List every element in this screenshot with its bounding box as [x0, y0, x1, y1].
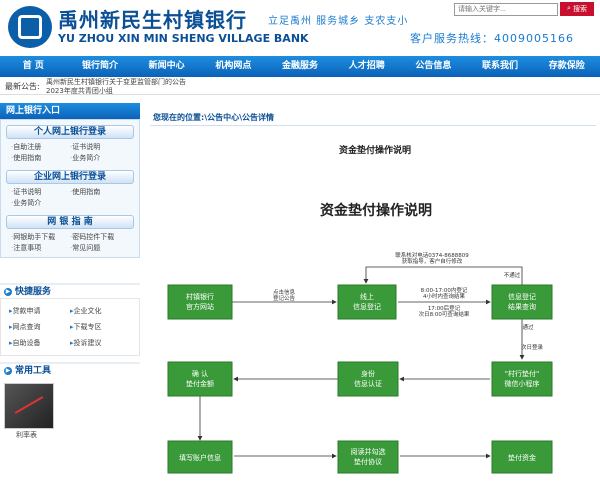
hotline: 客户服务热线：4009005166 — [410, 32, 574, 45]
link-complaint[interactable]: 投诉建议 — [70, 335, 131, 351]
node-label: 垫付协议 — [354, 457, 382, 466]
node-label: 微信小程序 — [505, 379, 540, 388]
node-label: 信息认证 — [354, 379, 382, 388]
edge-label: 不通过 — [504, 271, 521, 279]
node-label: 村镇银行 — [186, 292, 214, 301]
link-notes[interactable]: 注意事项 — [11, 243, 70, 254]
edge-label: 通过 — [522, 323, 534, 331]
edge-label: 次日8:00可查询结果 — [419, 310, 470, 318]
link-branch-query[interactable]: 网点查询 — [9, 319, 70, 335]
link-cert-info[interactable]: 证书说明 — [70, 142, 129, 153]
flow-node — [167, 361, 233, 397]
tools-header: ▶ 常用工具 — [0, 362, 140, 377]
nav-item-home[interactable]: 首 页 — [0, 56, 67, 77]
rate-table-caption[interactable]: 利率表 — [0, 430, 140, 440]
rate-table-thumbnail[interactable] — [4, 383, 54, 429]
node-label: "村行垫付" — [505, 369, 539, 378]
bank-name-cn: 禹州新民生村镇银行 — [58, 8, 247, 32]
node-label: 官方网站 — [186, 302, 214, 311]
slogan: 立足禹州 服务城乡 支农支小 — [268, 16, 409, 27]
node-label: 线上 — [360, 292, 374, 301]
link-helper-download[interactable]: 网银助手下载 — [11, 232, 70, 243]
ebank-header: 网上银行入口 — [0, 103, 140, 119]
edge-label: 获取指导，客户自行修改 — [402, 257, 463, 265]
quick-service-header: ▶ 快捷服务 — [0, 283, 140, 298]
node-label: 信息登记 — [508, 292, 536, 301]
search-input[interactable] — [454, 3, 558, 16]
notice-item[interactable]: 2023年度共青团小组 — [46, 86, 113, 96]
node-label: 阅读并勾选 — [351, 447, 386, 456]
ebank-box: 个人网上银行登录 自助注册 证书说明 使用指南 业务简介 企业网上银行登录 证书… — [0, 119, 140, 258]
sidebar: 网上银行入口 个人网上银行登录 自助注册 证书说明 使用指南 业务简介 企业网上… — [0, 103, 140, 485]
link-user-guide[interactable]: 使用指南 — [11, 153, 70, 164]
article-title: 资金垫付操作说明 — [338, 146, 411, 156]
edge-label: 4小时内查询结果 — [423, 292, 465, 300]
flow-node — [337, 440, 399, 474]
flow-node — [167, 284, 233, 320]
link-self-register[interactable]: 自助注册 — [11, 142, 70, 153]
link-loan-apply[interactable]: 贷款申请 — [9, 303, 70, 319]
link-faq[interactable]: 常见问题 — [70, 243, 129, 254]
flow-edge — [363, 266, 523, 285]
nav-item-services[interactable]: 金融服务 — [267, 56, 334, 77]
nav-item-contact[interactable]: 联系我们 — [467, 56, 534, 77]
main-nav: 首 页 银行简介 新闻中心 机构网点 金融服务 人才招聘 公告信息 联系我们 存… — [0, 56, 600, 77]
nav-item-jobs[interactable]: 人才招聘 — [333, 56, 400, 77]
edge-label: 点击信息 — [273, 288, 296, 296]
node-label: 填写账户信息 — [179, 453, 221, 462]
node-label: 垫付资金 — [508, 453, 536, 462]
link-downloads[interactable]: 下载专区 — [70, 319, 131, 335]
flow-node — [491, 361, 553, 397]
quick-service-list: 贷款申请 企业文化 网点查询 下载专区 自助设备 投诉建议 — [0, 298, 140, 356]
link-atm[interactable]: 自助设备 — [9, 335, 70, 351]
flow-node — [337, 284, 397, 320]
nav-item-about[interactable]: 银行简介 — [67, 56, 134, 77]
node-label: 确 认 — [192, 369, 208, 378]
nav-item-news[interactable]: 新闻中心 — [133, 56, 200, 77]
search-icon: ⌕ — [567, 5, 571, 12]
divider — [150, 125, 596, 126]
link-password-control-download[interactable]: 密码控件下载 — [70, 232, 129, 243]
edge-label: 8:00-17:00内登记 — [421, 286, 468, 294]
flow-title: 资金垫付操作说明 — [320, 202, 432, 219]
link-business-intro[interactable]: 业务简介 — [11, 198, 70, 209]
flow-node — [491, 284, 553, 320]
site-header: 禹州新民生村镇银行 YU ZHOU XIN MIN SHENG VILLAGE … — [0, 0, 600, 54]
node-label: 结果查询 — [508, 302, 536, 311]
node-label: 垫付金额 — [186, 379, 214, 388]
main-content: 您现在的位置:\公告中心\公告详情 资金垫付操作说明 资金垫付操作说明 点击信息… — [150, 112, 600, 485]
bank-name-en: YU ZHOU XIN MIN SHENG VILLAGE BANK — [58, 32, 309, 45]
arrow-right-icon: ▶ — [4, 366, 12, 375]
bank-logo-icon[interactable] — [8, 6, 52, 48]
node-label: 信息登记 — [353, 302, 381, 311]
notice-bar: 最新公告: 禹州新民生村镇银行关于变更监管部门的公告 2023年度共青团小组 — [0, 77, 600, 95]
node-label: 身份 — [361, 369, 375, 378]
edge-label: 登记公告 — [273, 294, 296, 302]
link-user-guide[interactable]: 使用指南 — [70, 187, 129, 198]
link-culture[interactable]: 企业文化 — [70, 303, 131, 319]
breadcrumb: 您现在的位置:\公告中心\公告详情 — [153, 113, 275, 122]
corporate-ebank-login[interactable]: 企业网上银行登录 — [6, 170, 134, 184]
search-button[interactable]: ⌕ 搜索 — [560, 2, 594, 16]
arrow-right-icon: ▶ — [4, 287, 12, 296]
link-business-intro[interactable]: 业务简介 — [70, 153, 129, 164]
link-cert-info[interactable]: 证书说明 — [11, 187, 70, 198]
nav-item-notices[interactable]: 公告信息 — [400, 56, 467, 77]
notice-label: 最新公告: — [5, 82, 40, 91]
edge-label: 联系核对电话0374-8688809 — [395, 251, 469, 259]
nav-item-deposit-insurance[interactable]: 存款保险 — [533, 56, 600, 77]
edge-label: 17:00后登记 — [428, 304, 461, 312]
flowchart: 资金垫付操作说明 点击信息 登记公告 8:00-17:00内登记 4小时内查询结… — [167, 202, 553, 474]
flow-node — [337, 361, 399, 397]
nav-item-branches[interactable]: 机构网点 — [200, 56, 267, 77]
ebank-guide: 网 银 指 南 — [6, 215, 134, 229]
personal-ebank-login[interactable]: 个人网上银行登录 — [6, 125, 134, 139]
edge-label: 次日登录 — [521, 343, 544, 351]
